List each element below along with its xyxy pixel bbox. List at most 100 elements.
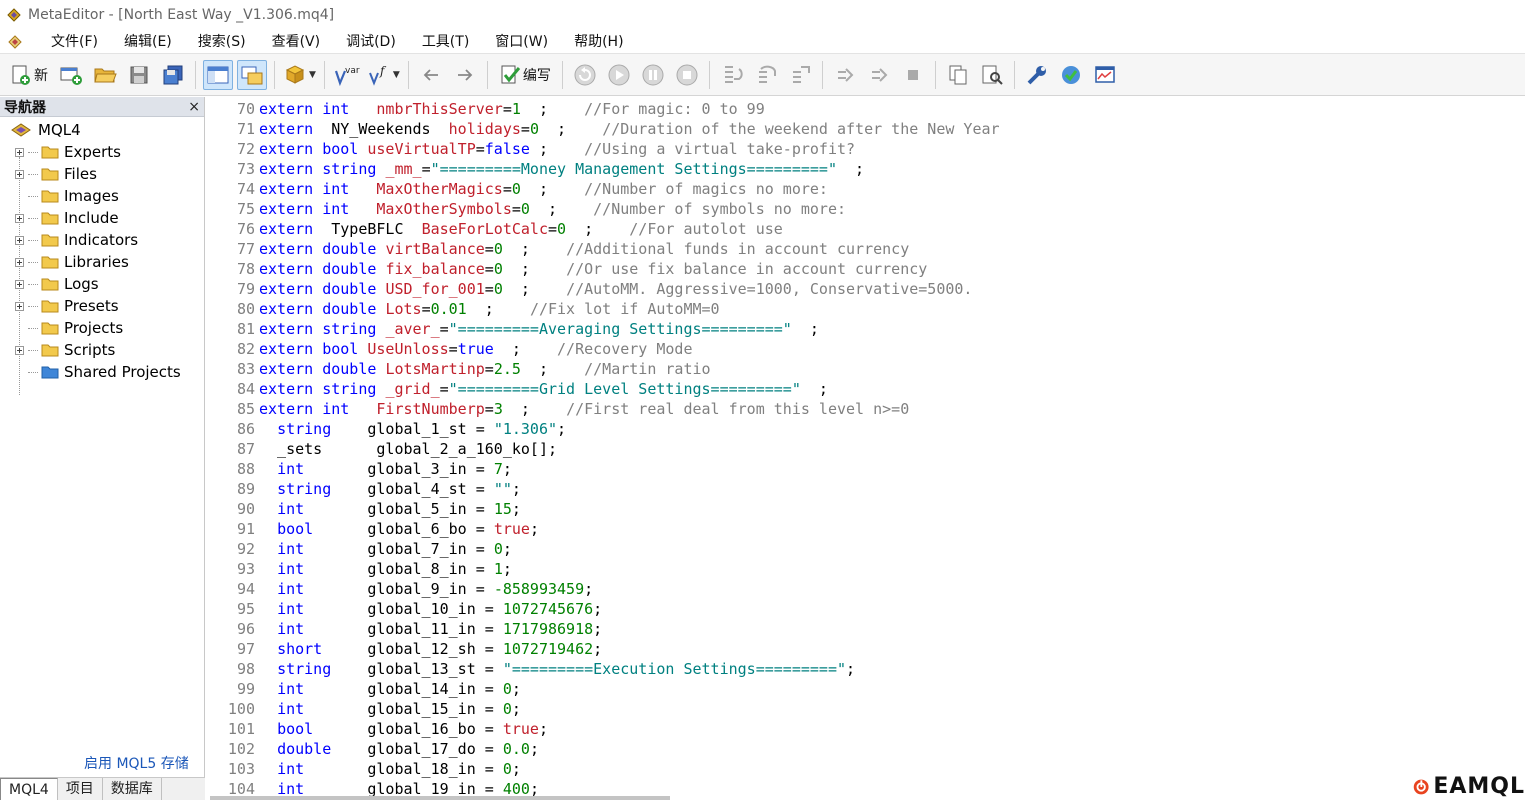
code-line[interactable]: 88 int global_3_in = 7; bbox=[210, 459, 512, 479]
menu-window[interactable]: 窗口(W) bbox=[482, 31, 561, 53]
horizontal-scrollbar[interactable] bbox=[210, 796, 670, 800]
find-button[interactable] bbox=[977, 60, 1007, 90]
step-into-button[interactable] bbox=[717, 60, 747, 90]
menu-debug[interactable]: 调试(D) bbox=[333, 31, 409, 53]
code-line[interactable]: 99 int global_14_in = 0; bbox=[210, 679, 521, 699]
code-line[interactable]: 93 int global_8_in = 1; bbox=[210, 559, 512, 579]
terminal-button[interactable] bbox=[1090, 60, 1120, 90]
code-line[interactable]: 95 int global_10_in = 1072745676; bbox=[210, 599, 602, 619]
code-line[interactable]: 89 string global_4_st = ""; bbox=[210, 479, 521, 499]
code-line[interactable]: 100 int global_15_in = 0; bbox=[210, 699, 521, 719]
tab-projects[interactable]: 项目 bbox=[58, 778, 103, 800]
code-line[interactable]: 77 extern double virtBalance=0 ; //Additi… bbox=[210, 239, 909, 259]
tree-item-indicators[interactable]: Indicators bbox=[0, 229, 204, 251]
code-line[interactable]: 80 extern double Lots=0.01 ; //Fix lot if… bbox=[210, 299, 720, 319]
code-line[interactable]: 86 string global_1_st = "1.306"; bbox=[210, 419, 566, 439]
expand-icon[interactable] bbox=[15, 279, 24, 289]
expand-icon[interactable] bbox=[15, 257, 24, 267]
expand-icon[interactable] bbox=[15, 301, 24, 311]
code-line[interactable]: 83 extern double LotsMartinp=2.5 ; //Mart… bbox=[210, 359, 711, 379]
code-line[interactable]: 90 int global_5_in = 15; bbox=[210, 499, 521, 519]
close-icon[interactable]: × bbox=[188, 100, 200, 114]
start-debug-button[interactable] bbox=[604, 60, 634, 90]
code-line[interactable]: 87 _sets global_2_a_160_ko[]; bbox=[210, 439, 557, 459]
remove-breakpoints-button[interactable] bbox=[864, 60, 894, 90]
code-line[interactable]: 91 bool global_6_bo = true; bbox=[210, 519, 539, 539]
tab-mql4[interactable]: MQL4 bbox=[0, 778, 58, 800]
tree-item-files[interactable]: Files bbox=[0, 163, 204, 185]
menu-tools[interactable]: 工具(T) bbox=[409, 31, 482, 53]
expand-icon[interactable] bbox=[15, 213, 24, 223]
insert-variable-button[interactable]: var bbox=[332, 60, 362, 90]
forward-button[interactable] bbox=[450, 60, 480, 90]
code-line[interactable]: 85 extern int FirstNumberp=3 ; //First re… bbox=[210, 399, 909, 419]
code-line[interactable]: 71 extern NY_Weekends holidays=0 ; //Dura… bbox=[210, 119, 1000, 139]
styler-button[interactable]: ▼ bbox=[282, 60, 317, 90]
tree-item-projects[interactable]: Projects bbox=[0, 317, 204, 339]
expand-icon[interactable] bbox=[15, 169, 24, 179]
toolbox-toggle-button[interactable] bbox=[237, 59, 267, 90]
expand-icon[interactable] bbox=[15, 235, 24, 245]
expand-icon[interactable] bbox=[15, 147, 24, 157]
expand-icon[interactable] bbox=[15, 345, 24, 355]
new-file-button[interactable]: 新 bbox=[6, 60, 52, 90]
menu-help[interactable]: 帮助(H) bbox=[561, 31, 636, 53]
code-editor[interactable]: 70 extern int nmbrThisServer=1 ; //For ma… bbox=[210, 97, 1525, 800]
chevron-down-icon[interactable]: ▼ bbox=[393, 70, 400, 80]
code-line[interactable]: 96 int global_11_in = 1717986918; bbox=[210, 619, 602, 639]
code-line[interactable]: 102 double global_17_do = 0.0; bbox=[210, 739, 539, 759]
code-line[interactable]: 81 extern string _aver_="=========Averagi… bbox=[210, 319, 819, 339]
open-button[interactable] bbox=[90, 60, 120, 90]
pause-debug-button[interactable] bbox=[638, 60, 668, 90]
code-line[interactable]: 92 int global_7_in = 0; bbox=[210, 539, 512, 559]
stop-all-button[interactable] bbox=[898, 60, 928, 90]
document-menu-icon[interactable] bbox=[6, 34, 24, 50]
code-line[interactable]: 78 extern double fix_balance=0 ; //Or use… bbox=[210, 259, 927, 279]
copy-button[interactable] bbox=[943, 60, 973, 90]
stop-debug-button[interactable] bbox=[672, 60, 702, 90]
save-all-button[interactable] bbox=[158, 60, 188, 90]
code-line[interactable]: 70 extern int nmbrThisServer=1 ; //For ma… bbox=[210, 99, 765, 119]
tab-database[interactable]: 数据库 bbox=[103, 778, 162, 800]
start-debug-history-button[interactable] bbox=[570, 60, 600, 90]
code-line[interactable]: 72 extern bool useVirtualTP=false ; //Usi… bbox=[210, 139, 855, 159]
new-project-button[interactable] bbox=[56, 60, 86, 90]
code-line[interactable]: 103 int global_18_in = 0; bbox=[210, 759, 521, 779]
menu-view[interactable]: 查看(V) bbox=[259, 31, 334, 53]
code-line[interactable]: 75 extern int MaxOtherSymbols=0 ; //Numbe… bbox=[210, 199, 846, 219]
compile-button[interactable]: 编写 bbox=[495, 60, 555, 90]
tree-item-experts[interactable]: Experts bbox=[0, 141, 204, 163]
menu-search[interactable]: 搜索(S) bbox=[185, 31, 259, 53]
back-button[interactable] bbox=[416, 60, 446, 90]
tree-item-include[interactable]: Include bbox=[0, 207, 204, 229]
code-line[interactable]: 84 extern string _grid_="=========Grid Le… bbox=[210, 379, 828, 399]
code-line[interactable]: 101 bool global_16_bo = true; bbox=[210, 719, 548, 739]
tree-item-images[interactable]: Images bbox=[0, 185, 204, 207]
menu-file[interactable]: 文件(F) bbox=[38, 31, 111, 53]
code-line[interactable]: 98 string global_13_st = "=========Execu… bbox=[210, 659, 855, 679]
code-line[interactable]: 82 extern bool UseUnloss=true ; //Recover… bbox=[210, 339, 693, 359]
save-button[interactable] bbox=[124, 60, 154, 90]
code-line[interactable]: 76 extern TypeBFLC BaseForLotCalc=0 ; //F… bbox=[210, 219, 783, 239]
insert-function-button[interactable]: f ▼ bbox=[366, 60, 401, 90]
code-line[interactable]: 73 extern string _mm_="=========Money Man… bbox=[210, 159, 864, 179]
code-line[interactable]: 79 extern double USD_for_001=0 ; //AutoMM… bbox=[210, 279, 973, 299]
tree-item-presets[interactable]: Presets bbox=[0, 295, 204, 317]
navigator-toggle-button[interactable] bbox=[203, 59, 233, 90]
tree-item-scripts[interactable]: Scripts bbox=[0, 339, 204, 361]
tree-item-libraries[interactable]: Libraries bbox=[0, 251, 204, 273]
code-line[interactable]: 74 extern int MaxOtherMagics=0 ; //Number… bbox=[210, 179, 828, 199]
enable-mql5-storage-link[interactable]: 启用 MQL5 存储 bbox=[84, 753, 189, 773]
code-line[interactable]: 94 int global_9_in = -858993459; bbox=[210, 579, 593, 599]
tree-item-logs[interactable]: Logs bbox=[0, 273, 204, 295]
options-button[interactable] bbox=[1022, 60, 1052, 90]
tree-root-mql4[interactable]: MQL4 bbox=[0, 119, 204, 141]
step-out-button[interactable] bbox=[785, 60, 815, 90]
mql5-market-button[interactable] bbox=[1056, 60, 1086, 90]
tree-item-shared-projects[interactable]: Shared Projects bbox=[0, 361, 204, 383]
code-line[interactable]: 97 short global_12_sh = 1072719462; bbox=[210, 639, 602, 659]
chevron-down-icon[interactable]: ▼ bbox=[309, 70, 316, 80]
menu-edit[interactable]: 编辑(E) bbox=[111, 31, 185, 53]
step-over-button[interactable] bbox=[751, 60, 781, 90]
toggle-breakpoint-button[interactable] bbox=[830, 60, 860, 90]
